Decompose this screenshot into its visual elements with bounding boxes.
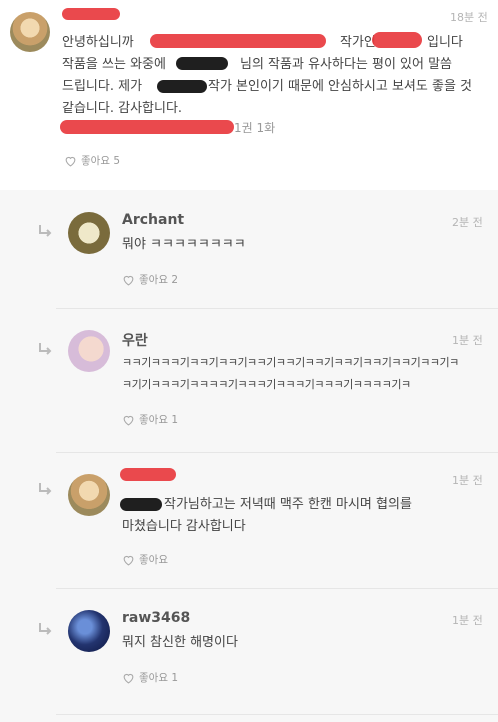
redaction: [176, 57, 228, 70]
reply-text-line-1: ㅋㅋ기ㅋㅋㅋ기ㅋㅋ기ㅋㅋ기ㅋㅋ기ㅋㅋ기ㅋㅋ기ㅋㅋ기ㅋㅋ기ㅋㅋ기ㅋㅋ기ㅋ: [122, 356, 459, 369]
post-line-1-end: 입니다: [427, 35, 463, 50]
post-line-1: 안녕하십니까: [62, 35, 134, 50]
reply-list: Archant 2분 전 뭐야 ㅋㅋㅋㅋㅋㅋㅋㅋ 좋아요 2 우란 1분 전 ㅋ…: [0, 190, 498, 722]
like-label: 좋아요 1: [139, 672, 178, 684]
reply-author[interactable]: Archant: [122, 212, 184, 228]
post-line-3a: 드립니다. 제가: [62, 79, 143, 94]
post-line-4: 같습니다. 감사합니다.: [62, 101, 183, 116]
heart-outline-icon: [65, 156, 76, 167]
reply-text-line-2: ㅋ기기ㅋㅋㅋ기ㅋㅋㅋㅋ기ㅋㅋㅋ기ㅋㅋㅋ기ㅋㅋㅋ기ㅋㅋㅋㅋ기ㅋ: [122, 378, 411, 391]
reply-arrow-icon: [39, 483, 52, 495]
reference-redacted: [60, 120, 234, 134]
heart-outline-icon: [123, 555, 134, 566]
post-line-2b: 님의 작품과 유사하다는 평이 있어 말씀: [240, 57, 453, 72]
reply-arrow-icon: [39, 623, 52, 635]
like-label: 좋아요 5: [81, 155, 120, 167]
reply-arrow-icon: [39, 225, 52, 237]
reply-author[interactable]: 우란: [122, 330, 148, 350]
like-button[interactable]: 좋아요 1: [122, 670, 178, 685]
divider: [56, 714, 498, 715]
reply-time: 1분 전: [452, 334, 483, 347]
heart-outline-icon: [123, 673, 134, 684]
author-avatar[interactable]: [10, 12, 50, 52]
redaction: [372, 32, 422, 48]
author-name-redacted: [120, 468, 176, 481]
reply-text: 뭐지 참신한 해명이다: [122, 635, 238, 650]
like-button[interactable]: 좋아요 1: [122, 412, 178, 427]
like-button[interactable]: 좋아요: [122, 552, 168, 567]
like-label: 좋아요 1: [139, 414, 178, 426]
redaction: [150, 34, 326, 48]
reply-time: 2분 전: [452, 216, 483, 229]
redaction: [120, 498, 162, 511]
post-line-2a: 작품을 쓰는 와중에: [62, 57, 166, 72]
divider: [56, 308, 498, 309]
post-line-1-mid: 작가인: [340, 35, 376, 50]
original-comment: 18분 전 안녕하십니까 작가인 입니다 작품을 쓰는 와중에 님의 작품과 유…: [0, 0, 498, 190]
reply-text-line-1: 작가님하고는 저녁때 맥주 한캔 마시며 협의를: [164, 497, 412, 512]
like-label: 좋아요: [139, 554, 168, 566]
reply-time: 1분 전: [452, 614, 483, 627]
avatar[interactable]: [68, 330, 110, 372]
reply-text: 뭐야 ㅋㅋㅋㅋㅋㅋㅋㅋ: [122, 237, 246, 252]
reply-author[interactable]: raw3468: [122, 610, 190, 626]
heart-outline-icon: [123, 415, 134, 426]
like-label: 좋아요 2: [139, 274, 178, 286]
author-name-redacted: [62, 8, 120, 20]
reference-tail: 1권 1화: [234, 121, 276, 135]
like-button[interactable]: 좋아요 5: [64, 153, 120, 168]
redaction: [157, 80, 207, 93]
reply-text-line-2: 마쳤습니다 감사합니다: [122, 519, 246, 534]
heart-outline-icon: [123, 275, 134, 286]
post-time: 18분 전: [450, 11, 488, 24]
reply-time: 1분 전: [452, 474, 483, 487]
avatar[interactable]: [68, 474, 110, 516]
divider: [56, 588, 498, 589]
reply-arrow-icon: [39, 343, 52, 355]
divider: [56, 452, 498, 453]
avatar[interactable]: [68, 212, 110, 254]
avatar[interactable]: [68, 610, 110, 652]
post-line-3b: 작가 본인이기 때문에 안심하시고 보셔도 좋을 것: [208, 79, 472, 94]
like-button[interactable]: 좋아요 2: [122, 272, 178, 287]
